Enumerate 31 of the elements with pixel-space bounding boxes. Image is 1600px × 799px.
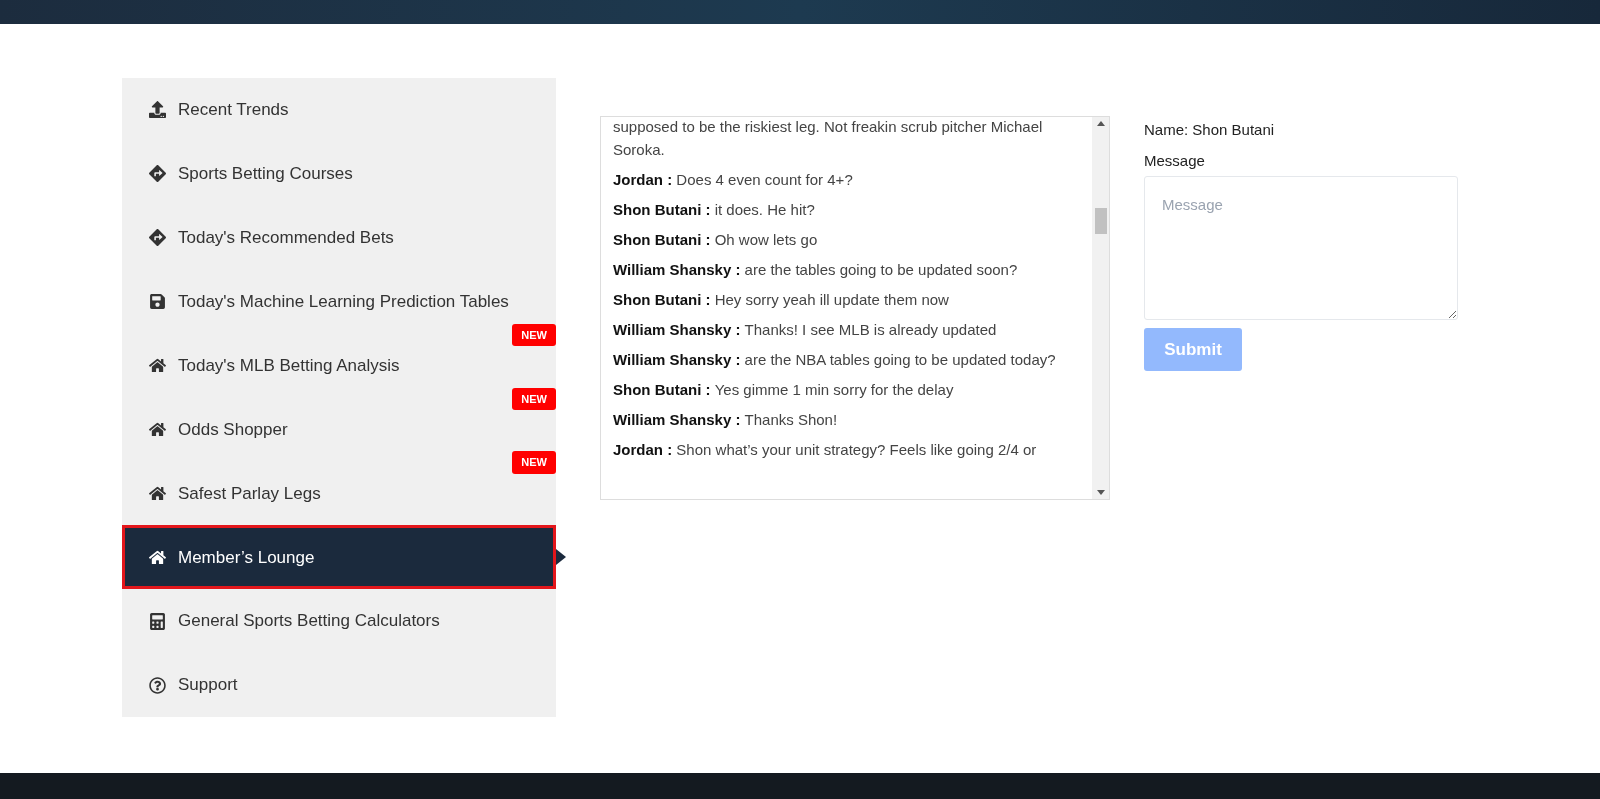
- chat-message: Shon Butani : it does. He hit?: [613, 200, 816, 220]
- house-icon: [149, 548, 166, 566]
- chat-message: Jordan : Does 4 even count for 4+?: [613, 170, 854, 190]
- pointer-triangle-icon: [556, 549, 566, 566]
- name-label: Name: Shon Butani: [1144, 120, 1276, 140]
- chat-message: Shon Butani : Oh wow lets go: [613, 230, 819, 250]
- chat-message: William Shansky : are the tables going to be updated soon?: [613, 260, 1019, 280]
- upload-icon: [149, 101, 166, 119]
- house-icon: [149, 484, 166, 502]
- chat-message: supposed to be the riskiest leg. Not freakin scrub pitcher Michael Soroka.: [613, 117, 1044, 160]
- scroll-up-arrow-icon[interactable]: [1096, 121, 1105, 126]
- chat-message: Jordan : Shon what’s your unit strategy? Feels like going 2/4 or: [613, 440, 1038, 460]
- chat-message: Shon Butani : Yes gimme 1 min sorry for the delay: [613, 380, 955, 400]
- help-icon: [149, 676, 166, 694]
- directions-sign-icon: [149, 229, 166, 247]
- calculator-icon: [149, 612, 166, 630]
- chat-message: William Shansky : Thanks Shon!: [613, 410, 839, 430]
- scroll-down-arrow-icon[interactable]: [1096, 490, 1105, 495]
- directions-sign-icon: [149, 165, 166, 183]
- house-icon: [149, 421, 166, 438]
- chat-message: William Shansky : Thanks! I see MLB is already updated: [613, 320, 998, 340]
- chat-message: William Shansky : are the NBA tables going to be updated today?: [613, 350, 1057, 370]
- chat-message: Shon Butani : Hey sorry yeah ill update them now: [613, 290, 950, 310]
- message-field[interactable]: Message: [1144, 176, 1458, 320]
- house-icon: [149, 357, 166, 375]
- sidebar-item[interactable]: Member’s Lounge: [122, 525, 556, 590]
- new-badge: NEW: [512, 387, 556, 411]
- new-badge: NEW: [512, 323, 556, 347]
- scrollbar-thumb[interactable]: [1095, 208, 1107, 234]
- new-badge: NEW: [512, 451, 556, 474]
- message-label: Message: [1144, 151, 1206, 171]
